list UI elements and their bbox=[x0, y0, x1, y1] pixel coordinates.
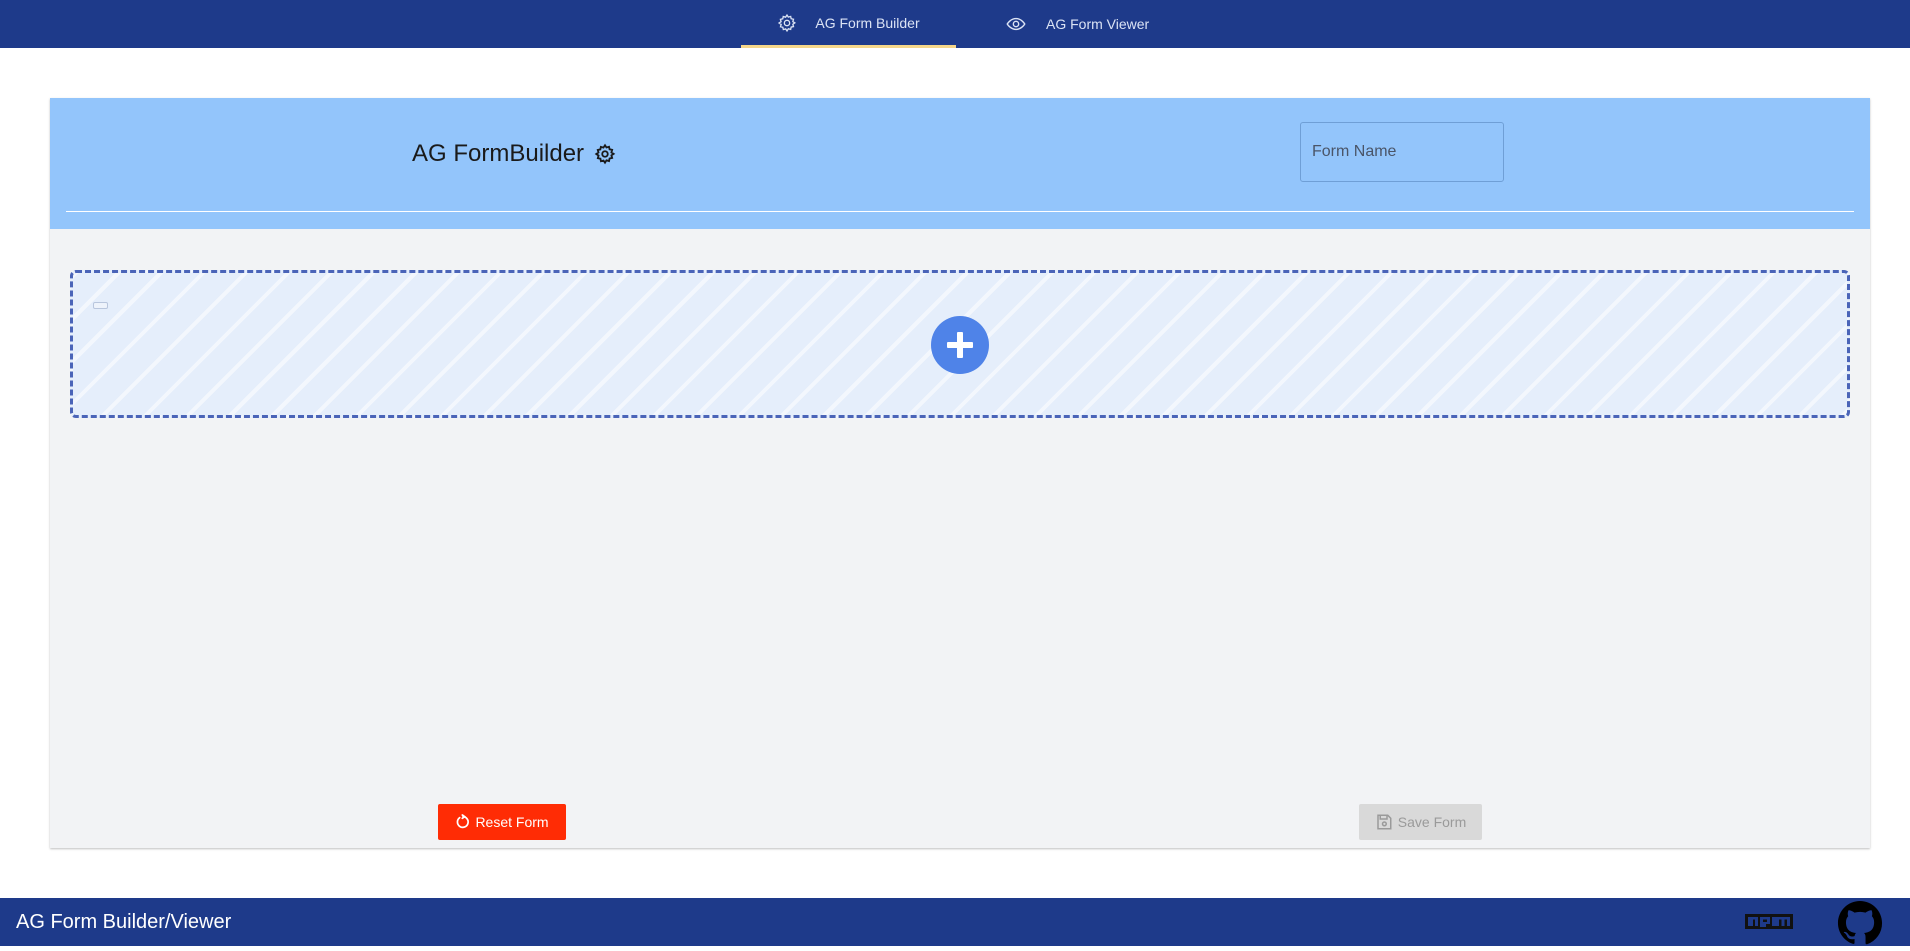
tab-form-builder[interactable]: AG Form Builder bbox=[741, 0, 956, 48]
refresh-icon bbox=[455, 814, 471, 830]
tab-form-builder-label: AG Form Builder bbox=[815, 14, 920, 31]
gear-icon bbox=[777, 13, 797, 33]
drag-handle[interactable] bbox=[93, 302, 108, 309]
floppy-disk-icon bbox=[1375, 813, 1393, 831]
save-form-button[interactable]: Save Form bbox=[1359, 804, 1482, 840]
top-nav: AG Form Builder AG Form Viewer bbox=[0, 0, 1910, 48]
card-header: AG FormBuilder bbox=[50, 98, 1870, 229]
tab-form-viewer[interactable]: AG Form Viewer bbox=[1004, 0, 1149, 48]
form-builder-card: AG FormBuilder Form Name Reset Form Save… bbox=[50, 98, 1870, 848]
eye-icon bbox=[1004, 14, 1028, 34]
reset-form-label: Reset Form bbox=[475, 814, 549, 830]
github-icon[interactable] bbox=[1832, 900, 1888, 951]
npm-icon[interactable] bbox=[1744, 912, 1794, 937]
footer: AG Form Builder/Viewer bbox=[0, 898, 1910, 946]
page-title: AG FormBuilder bbox=[412, 140, 616, 168]
add-field-button[interactable] bbox=[931, 316, 989, 374]
footer-title: AG Form Builder/Viewer bbox=[16, 911, 232, 933]
save-form-label: Save Form bbox=[1397, 814, 1467, 830]
gear-icon[interactable] bbox=[594, 143, 616, 165]
page-title-text: AG FormBuilder bbox=[412, 140, 585, 167]
plus-icon bbox=[944, 329, 976, 361]
header-divider bbox=[66, 211, 1854, 212]
form-drop-zone[interactable] bbox=[70, 270, 1850, 418]
form-name-input[interactable] bbox=[1300, 122, 1504, 182]
tab-form-viewer-label: AG Form Viewer bbox=[1046, 16, 1150, 32]
reset-form-button[interactable]: Reset Form bbox=[438, 804, 566, 840]
